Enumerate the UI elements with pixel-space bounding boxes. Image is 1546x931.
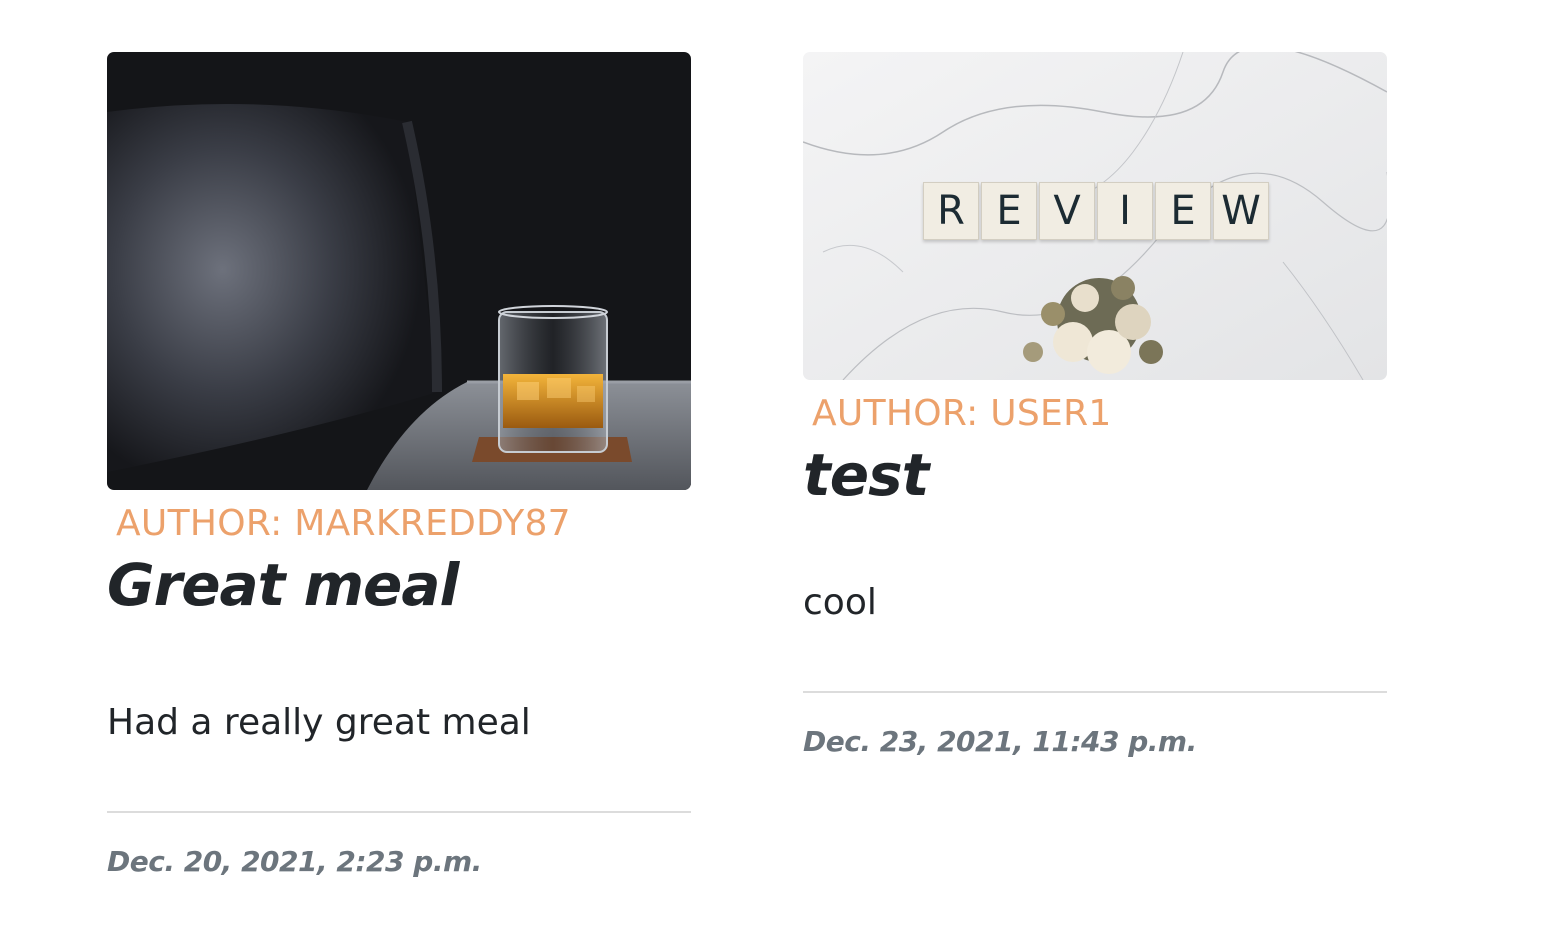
post-author: AUTHOR: MARKREDDY87 — [116, 503, 571, 544]
post-excerpt: cool — [803, 582, 877, 624]
post-card: AUTHOR: MARKREDDY87 Great meal Had a rea… — [107, 52, 691, 878]
post-card: R E V I E W AUTHOR: USER1 test cool Dec.… — [803, 52, 1387, 758]
post-image-review-tiles[interactable]: R E V I E W — [803, 52, 1387, 380]
post-list: AUTHOR: MARKREDDY87 Great meal Had a rea… — [0, 0, 1546, 931]
tile: W — [1213, 182, 1269, 240]
tile: E — [981, 182, 1037, 240]
post-date: Dec. 23, 2021, 11:43 p.m. — [803, 724, 1197, 758]
review-tiles: R E V I E W — [923, 182, 1269, 240]
post-date: Dec. 20, 2021, 2:23 p.m. — [107, 844, 482, 878]
tile: E — [1155, 182, 1211, 240]
tile: V — [1039, 182, 1095, 240]
post-title[interactable]: test — [803, 443, 1387, 508]
post-divider — [803, 690, 1387, 693]
tile: I — [1097, 182, 1153, 240]
post-divider — [107, 810, 691, 813]
post-title[interactable]: Great meal — [107, 553, 691, 618]
post-excerpt: Had a really great meal — [107, 702, 531, 744]
post-image-whisky-glass[interactable] — [107, 52, 691, 490]
post-author: AUTHOR: USER1 — [812, 393, 1112, 434]
tile: R — [923, 182, 979, 240]
